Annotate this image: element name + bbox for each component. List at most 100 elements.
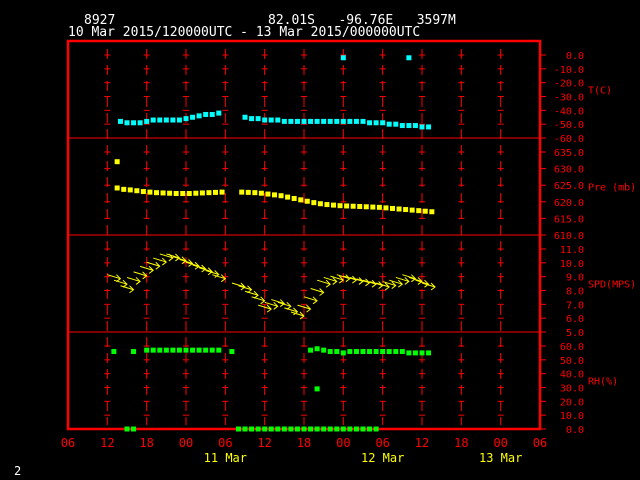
temperature-point (163, 117, 169, 123)
y-tick-label: -20.0 (554, 79, 584, 90)
pressure-point (298, 197, 304, 203)
pressure-point (127, 187, 133, 193)
pressure-point (383, 205, 389, 211)
pressure-point (390, 205, 395, 211)
pressure-point (409, 207, 415, 213)
humidity-point (321, 347, 327, 353)
x-tick-label: 00 (336, 436, 350, 450)
humidity-point (216, 347, 222, 353)
humidity-point (412, 350, 418, 356)
humidity-point (399, 349, 405, 355)
x-date-label: 12 Mar (361, 451, 404, 465)
pressure-point (370, 204, 376, 210)
pressure-point (245, 189, 251, 195)
pressure-point (121, 186, 127, 192)
y-tick-label: 10.0 (560, 411, 584, 422)
temperature-point (353, 118, 359, 124)
x-tick-label: 06 (375, 436, 389, 450)
x-tick-label: 18 (297, 436, 311, 450)
pressure-point (285, 194, 291, 200)
pressure-point (278, 193, 284, 199)
y-tick-label: 610.0 (554, 231, 584, 242)
humidity-point (360, 349, 366, 355)
humidity-point (314, 346, 320, 352)
temperature-point (144, 118, 150, 124)
pressure-point (317, 201, 323, 207)
x-tick-label: 18 (454, 436, 468, 450)
humidity-point (183, 347, 189, 353)
y-tick-label: -10.0 (554, 65, 584, 76)
humidity-point (144, 347, 150, 353)
humidity-point (242, 426, 248, 432)
temperature-point (314, 118, 320, 124)
x-tick-label: 00 (493, 436, 507, 450)
y-tick-label: 20.0 (560, 397, 584, 408)
humidity-point (111, 349, 117, 355)
y-tick-label: 0.0 (566, 425, 584, 436)
y-tick-label: 30.0 (560, 384, 584, 395)
temperature-point (255, 116, 261, 122)
pressure-point (206, 190, 212, 196)
x-tick-label: 00 (179, 436, 193, 450)
temperature-point (426, 124, 432, 130)
pressure-point (160, 190, 166, 196)
humidity-point (163, 347, 169, 353)
x-tick-label: 18 (139, 436, 153, 450)
pressure-point (219, 189, 225, 195)
pressure-point (363, 204, 369, 210)
temperature-point (334, 118, 340, 124)
temperature-point (406, 55, 412, 61)
humidity-point (268, 426, 274, 432)
temperature-point (157, 117, 163, 123)
pressure-point (272, 192, 277, 198)
pressure-point (422, 208, 428, 214)
temperature-point (327, 118, 333, 124)
temperature-point (347, 118, 353, 124)
humidity-point (353, 426, 359, 432)
pressure-point (167, 190, 173, 196)
temperature-point (399, 123, 405, 129)
temperature-point (301, 118, 307, 124)
humidity-point (288, 426, 294, 432)
y-tick-label: 10.0 (560, 259, 584, 270)
y-tick-label: -50.0 (554, 120, 584, 131)
page-number: 2 (14, 464, 21, 478)
x-tick-label: 06 (61, 436, 75, 450)
temperature-point (137, 120, 143, 126)
x-tick-label: 12 (257, 436, 271, 450)
humidity-point (124, 426, 130, 432)
humidity-point (150, 347, 156, 353)
panel-label-pressure: Pre (mb) (588, 183, 636, 194)
humidity-point (334, 349, 340, 355)
humidity-point (327, 426, 333, 432)
temperature-point (176, 117, 182, 123)
x-tick-label: 06 (218, 436, 232, 450)
temperature-point (340, 55, 346, 61)
temperature-point (262, 117, 268, 123)
x-date-label: 13 Mar (479, 451, 522, 465)
y-tick-label: 50.0 (560, 356, 584, 367)
humidity-point (275, 426, 281, 432)
pressure-point (134, 188, 140, 194)
humidity-point (426, 350, 432, 356)
chart: 8927 82.01S -96.76E 3597M 10 Mar 2015/12… (14, 13, 636, 478)
pressure-point (357, 204, 363, 210)
temperature-point (209, 111, 215, 117)
pressure-point (180, 191, 186, 196)
temperature-point (150, 117, 156, 123)
y-tick-label: 615.0 (554, 214, 584, 225)
y-tick-label: -40.0 (554, 106, 584, 117)
temperature-point (275, 117, 281, 123)
y-tick-label: 7.0 (566, 300, 584, 311)
pressure-point (304, 198, 310, 204)
humidity-point (249, 426, 255, 432)
y-tick-label: 5.0 (566, 328, 584, 339)
header: 8927 82.01S -96.76E 3597M 10 Mar 2015/12… (68, 13, 456, 40)
humidity-point (327, 349, 333, 355)
temperature-point (249, 116, 255, 122)
x-tick-label: 06 (533, 436, 547, 450)
pressure-point (291, 195, 297, 201)
humidity-point (281, 426, 287, 432)
temperature-point (124, 120, 130, 126)
temperature-point (412, 123, 418, 129)
